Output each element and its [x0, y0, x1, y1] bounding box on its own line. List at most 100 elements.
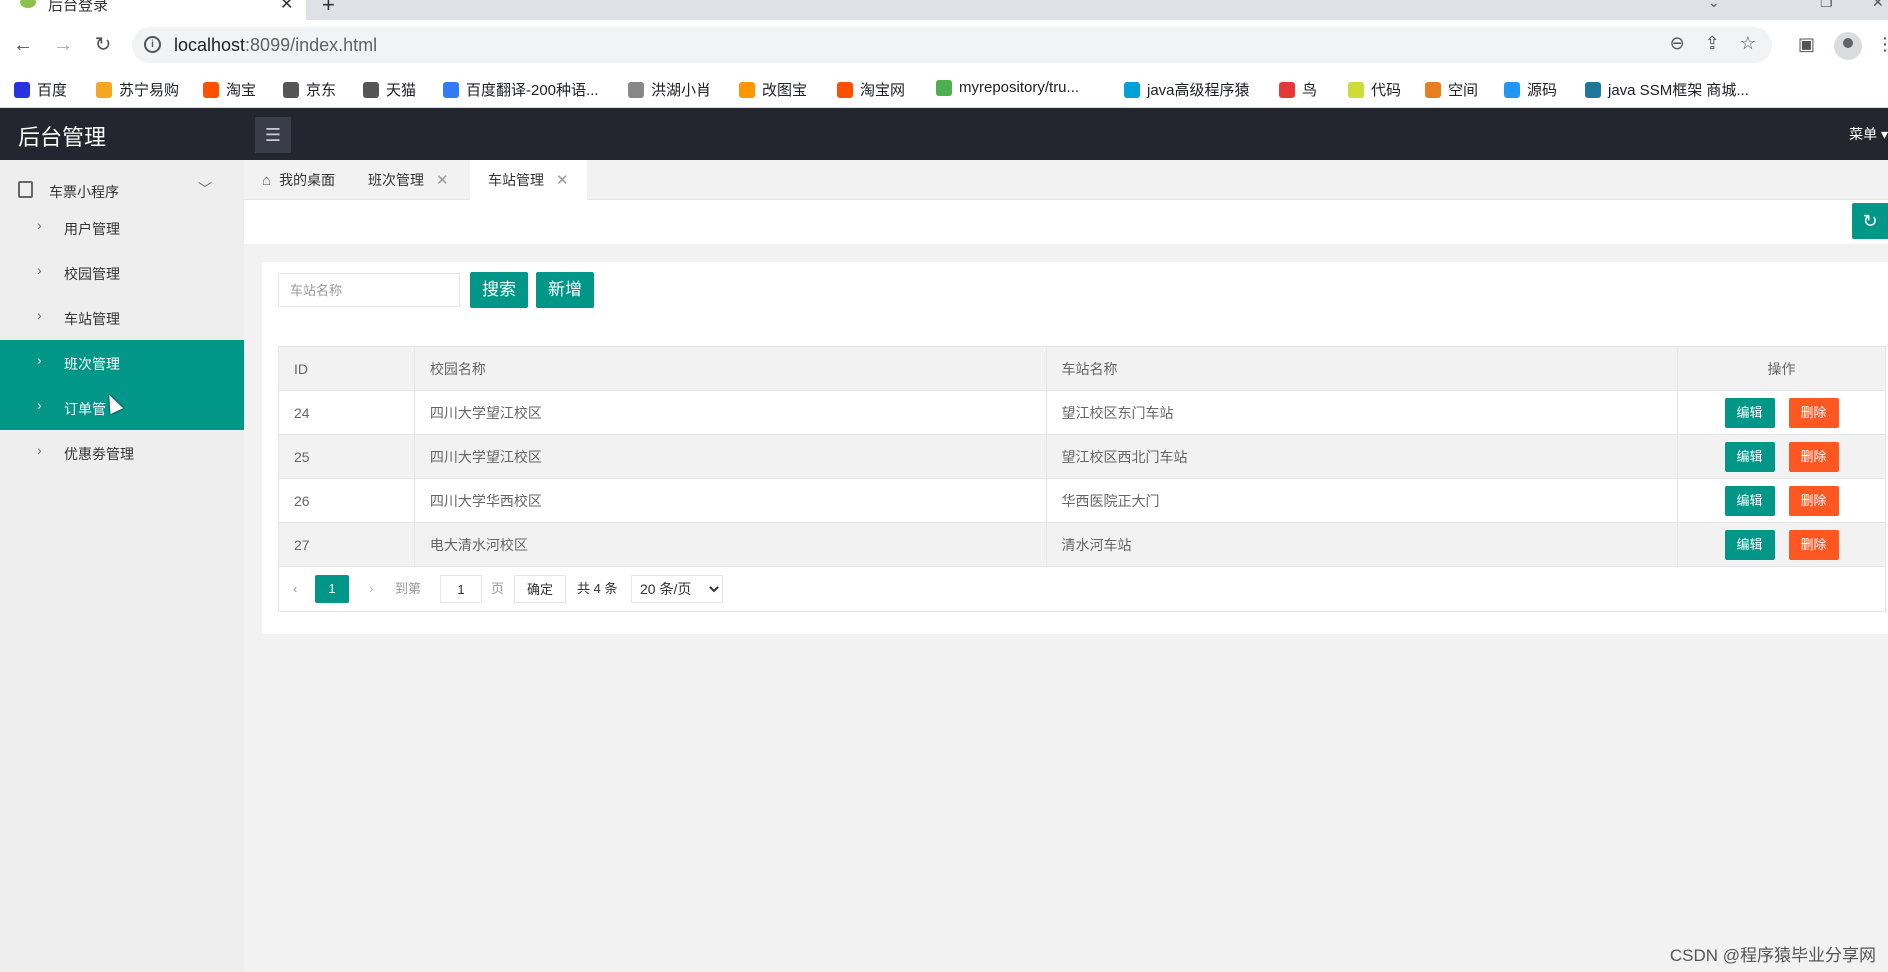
address-bar[interactable]: i localhost:8099/index.html ⊖ ⇪ ☆ [132, 27, 1772, 63]
tab-label: 车站管理 [488, 172, 544, 188]
sidebar-item[interactable]: › 用户管理 [0, 205, 244, 250]
forward-arrow-icon[interactable]: → [50, 32, 76, 58]
goto-page-input[interactable]: 1 [440, 575, 482, 603]
table-row: 26 四川大学华西校区 华西医院正大门 编辑 删除 [278, 478, 1886, 523]
close-tab-icon[interactable]: ✕ [280, 0, 293, 14]
bookmark-item[interactable]: 鸟 [1279, 79, 1317, 100]
search-button[interactable]: 搜索 [470, 272, 528, 308]
bookmark-item[interactable]: myrepository/tru... [936, 79, 1079, 96]
chevron-down-icon: ﹀ [198, 181, 212, 197]
table-row: 24 四川大学望江校区 望江校区东门车站 编辑 删除 [278, 390, 1886, 435]
restore-window-icon[interactable]: ❐ [1820, 0, 1833, 11]
site-info-icon[interactable]: i [144, 36, 161, 53]
edit-button[interactable]: 编辑 [1724, 441, 1775, 472]
bookmark-item[interactable]: 空间 [1425, 79, 1478, 100]
more-menu-icon[interactable]: ⋮ [1876, 34, 1888, 55]
bookmark-favicon-icon [1124, 81, 1140, 98]
browser-tab[interactable]: 后台登录 ✕ [0, 0, 306, 20]
bookmark-favicon-icon [1585, 81, 1601, 98]
tab-my-desktop[interactable]: ⌂ 我的桌面 [244, 160, 353, 200]
bookmark-label: 洪湖小肖 [651, 82, 712, 99]
bookmark-item[interactable]: java高级程序猿 [1124, 79, 1250, 100]
cell-id: 26 [278, 478, 415, 523]
share-icon[interactable]: ⇪ [1705, 33, 1720, 54]
station-name-search-input[interactable] [278, 273, 460, 307]
sidebar-item[interactable]: › 优惠劵管理 [0, 430, 244, 475]
edit-button[interactable]: 编辑 [1724, 397, 1775, 428]
bookmark-label: 百度 [37, 82, 68, 99]
tab-schedule[interactable]: 班次管理 ✕ [350, 160, 467, 200]
bookmark-label: 淘宝网 [860, 82, 906, 99]
page-number-current[interactable]: 1 [315, 575, 349, 603]
tab-station[interactable]: 车站管理 ✕ [470, 160, 587, 200]
bookmark-item[interactable]: 改图宝 [739, 79, 807, 100]
chevron-right-icon: › [37, 307, 42, 323]
header-menu[interactable]: 菜单 ▾ [1849, 124, 1888, 144]
reload-icon[interactable]: ↻ [90, 32, 116, 58]
prev-page-icon[interactable]: ‹ [293, 575, 297, 603]
bookmark-label: 百度翻译-200种语... [466, 82, 599, 99]
cell-actions: 编辑 删除 [1677, 522, 1886, 567]
cell-station: 华西医院正大门 [1045, 478, 1679, 523]
bookmark-label: java高级程序猿 [1147, 82, 1250, 99]
bookmark-favicon-icon [283, 81, 299, 98]
close-icon[interactable]: ✕ [556, 171, 569, 189]
table-row: 27 电大清水河校区 清水河车站 编辑 删除 [278, 522, 1886, 567]
back-arrow-icon[interactable]: ← [10, 32, 36, 58]
bookmarks-bar: 百度 苏宁易购 淘宝 京东 天猫 百度翻译-200种语... 洪湖小肖 改图宝 淘宝网 myrep… [0, 72, 1888, 108]
edit-button[interactable]: 编辑 [1724, 529, 1775, 560]
sidebar-item[interactable]: › 班次管理 [0, 340, 244, 385]
bookmark-favicon-icon [1425, 81, 1441, 98]
delete-button[interactable]: 删除 [1788, 397, 1839, 428]
bookmark-item[interactable]: java SSM框架 商城... [1585, 79, 1749, 100]
sidebar-group-ticket-app[interactable]: 车票小程序 ﹀ [0, 170, 244, 210]
bookmark-favicon-icon [96, 81, 112, 98]
bookmark-label: java SSM框架 商城... [1608, 82, 1749, 99]
add-button[interactable]: 新增 [536, 272, 594, 308]
table-header-row: ID 校园名称 车站名称 操作 [278, 346, 1886, 391]
zoom-icon[interactable]: ⊖ [1670, 33, 1685, 54]
bookmark-item[interactable]: 淘宝 [203, 79, 256, 100]
side-panel-icon[interactable]: ▣ [1798, 34, 1815, 55]
pagination: ‹ 1 › 到第 1 页 确定 共 4 条 20 条/页 [278, 566, 1886, 612]
sidebar-item[interactable]: › 车站管理 [0, 295, 244, 340]
bookmark-item[interactable]: 京东 [283, 79, 336, 100]
cell-actions: 编辑 删除 [1677, 434, 1886, 479]
tab-label: 班次管理 [368, 172, 424, 188]
close-icon[interactable]: ✕ [436, 171, 449, 189]
page-size-select[interactable]: 20 条/页 [631, 575, 723, 603]
watermark: CSDN @程序猿毕业分享网 [1669, 946, 1876, 965]
delete-button[interactable]: 删除 [1788, 441, 1839, 472]
close-window-icon[interactable]: ✕ [1872, 0, 1884, 11]
browser-tabstrip: 后台登录 ✕ + ⌄ ❐ ✕ [0, 0, 1888, 20]
bookmark-item[interactable]: 代码 [1348, 79, 1401, 100]
next-page-icon[interactable]: › [369, 575, 373, 603]
chevron-down-icon[interactable]: ⌄ [1708, 0, 1720, 11]
profile-avatar-icon[interactable] [1834, 32, 1862, 60]
sidebar: 车票小程序 ﹀ › 用户管理 › 校园管理 › 车站管理 › 班次管理 › 订单管 › 优惠劵管理 [0, 160, 244, 972]
cell-station: 清水河车站 [1045, 522, 1679, 567]
menu-toggle-icon[interactable]: ☰ [255, 117, 291, 153]
bookmark-item[interactable]: 淘宝网 [837, 79, 905, 100]
sidebar-item[interactable]: › 校园管理 [0, 250, 244, 295]
new-tab-icon[interactable]: + [322, 0, 335, 18]
bookmark-item[interactable]: 天猫 [363, 79, 416, 100]
bookmark-item[interactable]: 源码 [1504, 79, 1557, 100]
chevron-right-icon: › [37, 352, 42, 368]
app-logo: 后台管理 [18, 125, 107, 150]
cell-station: 望江校区西北门车站 [1045, 434, 1679, 479]
bookmark-label: 改图宝 [762, 82, 808, 99]
bookmark-star-icon[interactable]: ☆ [1740, 33, 1756, 54]
bookmark-item[interactable]: 苏宁易购 [96, 79, 179, 100]
bookmark-label: myrepository/tru... [959, 79, 1080, 96]
refresh-icon[interactable]: ↻ [1852, 203, 1888, 239]
delete-button[interactable]: 删除 [1788, 529, 1839, 560]
goto-confirm-button[interactable]: 确定 [514, 575, 566, 603]
cell-station: 望江校区东门车站 [1045, 390, 1679, 435]
bookmark-item[interactable]: 百度翻译-200种语... [443, 79, 599, 100]
edit-button[interactable]: 编辑 [1724, 485, 1775, 516]
bookmark-item[interactable]: 百度 [14, 79, 67, 100]
bookmark-item[interactable]: 洪湖小肖 [628, 79, 711, 100]
delete-button[interactable]: 删除 [1788, 485, 1839, 516]
goto-label: 到第 [395, 581, 422, 596]
